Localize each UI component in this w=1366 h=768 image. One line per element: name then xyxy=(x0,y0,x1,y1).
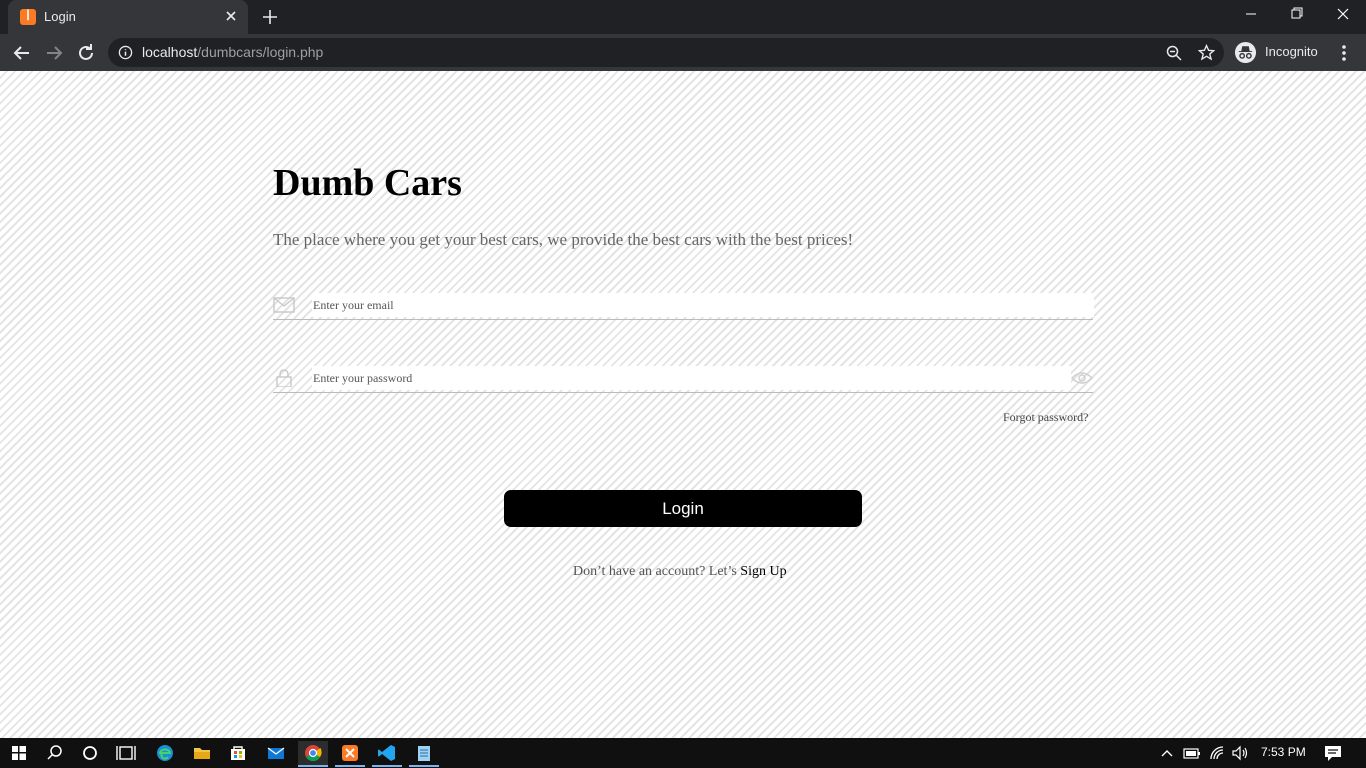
lock-icon xyxy=(276,369,292,387)
store-icon[interactable] xyxy=(223,741,253,765)
login-button[interactable]: Login xyxy=(504,490,862,527)
url-text: localhost/dumbcars/login.php xyxy=(142,44,324,60)
mail-icon[interactable] xyxy=(261,741,291,765)
page-title: Dumb Cars xyxy=(273,162,462,204)
xampp-icon[interactable] xyxy=(335,741,365,767)
login-page: Dumb Cars The place where you get your b… xyxy=(0,71,1366,738)
task-view-icon[interactable] xyxy=(111,741,141,765)
back-icon[interactable] xyxy=(10,41,34,65)
windows-taskbar: 7:53 PM xyxy=(0,738,1366,768)
new-tab-icon[interactable] xyxy=(260,7,280,27)
bookmark-star-icon[interactable] xyxy=(1198,44,1215,61)
search-icon[interactable] xyxy=(40,741,70,765)
notepad-icon[interactable] xyxy=(409,741,439,767)
signup-prompt: Don’t have an account? Let’s Sign Up xyxy=(573,564,787,580)
site-info-icon[interactable] xyxy=(118,45,133,60)
signup-prompt-text: Don’t have an account? Let’s xyxy=(573,564,741,579)
address-bar[interactable]: localhost/dumbcars/login.php xyxy=(108,38,1224,67)
forward-icon[interactable] xyxy=(42,41,66,65)
close-window-icon[interactable] xyxy=(1320,0,1366,30)
reload-icon[interactable] xyxy=(74,41,98,65)
taskbar-clock[interactable]: 7:53 PM xyxy=(1261,745,1306,759)
edge-icon[interactable] xyxy=(150,741,180,765)
page-subtitle: The place where you get your best cars, … xyxy=(273,230,854,249)
vscode-icon[interactable] xyxy=(372,741,402,767)
close-tab-icon[interactable] xyxy=(222,7,240,25)
forgot-password-link[interactable]: Forgot password? xyxy=(1003,410,1088,425)
chrome-icon[interactable] xyxy=(298,741,328,767)
restore-icon[interactable] xyxy=(1274,0,1320,30)
incognito-icon xyxy=(1234,41,1257,64)
cortana-icon[interactable] xyxy=(75,741,105,765)
battery-icon[interactable] xyxy=(1182,744,1202,762)
xampp-favicon-icon: ꟾ xyxy=(20,9,36,25)
password-input[interactable] xyxy=(312,366,1071,390)
browser-tab-strip: ꟾ Login xyxy=(0,0,1366,34)
wifi-icon[interactable] xyxy=(1208,744,1228,762)
incognito-indicator[interactable]: Incognito xyxy=(1232,38,1326,67)
minimize-icon[interactable] xyxy=(1228,0,1274,30)
windows-start-icon[interactable] xyxy=(4,741,34,765)
email-field-row xyxy=(273,293,1094,320)
show-password-eye-icon[interactable] xyxy=(1071,370,1093,386)
zoom-icon[interactable] xyxy=(1166,45,1182,61)
browser-toolbar: localhost/dumbcars/login.php Incognito xyxy=(0,34,1366,71)
email-input[interactable] xyxy=(312,293,1094,317)
envelope-icon xyxy=(273,297,295,313)
tab-title: Login xyxy=(44,9,76,24)
incognito-label: Incognito xyxy=(1265,44,1318,59)
password-field-row xyxy=(273,366,1093,393)
file-explorer-icon[interactable] xyxy=(187,741,217,765)
notifications-icon[interactable] xyxy=(1323,744,1343,762)
browser-menu-icon[interactable] xyxy=(1332,41,1356,65)
signup-link[interactable]: Sign Up xyxy=(740,564,786,579)
tab-login[interactable]: ꟾ Login xyxy=(8,0,248,34)
volume-icon[interactable] xyxy=(1230,744,1250,762)
tray-overflow-chevron-icon[interactable] xyxy=(1158,744,1176,762)
